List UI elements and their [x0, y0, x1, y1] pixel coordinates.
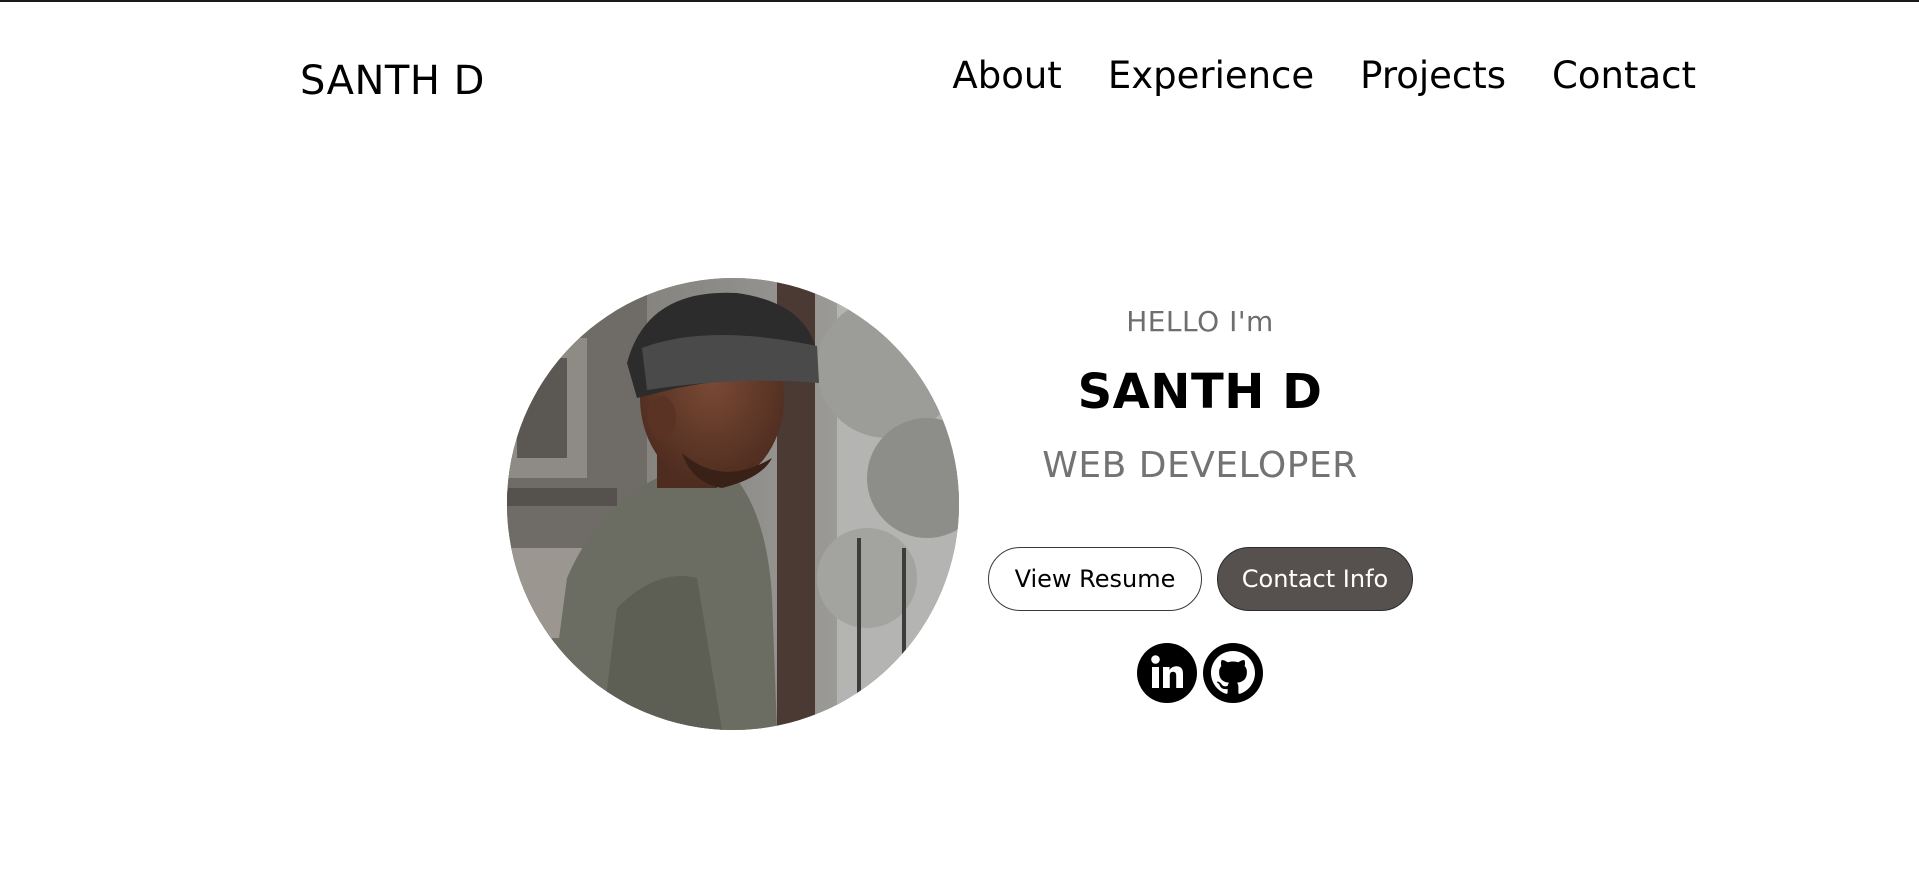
social-links	[1137, 643, 1263, 703]
hero-text: HELLO I'm SANTH D WEB DEVELOPER	[980, 302, 1420, 490]
profile-section: HELLO I'm SANTH D WEB DEVELOPER View Res…	[0, 2, 1919, 882]
hero-name: SANTH D	[1077, 364, 1323, 420]
hero-role: WEB DEVELOPER	[1042, 445, 1358, 486]
greeting-text: HELLO I'm	[1126, 305, 1274, 338]
contact-info-button[interactable]: Contact Info	[1217, 547, 1413, 611]
view-resume-button[interactable]: View Resume	[988, 547, 1202, 611]
hero-buttons: View Resume Contact Info	[988, 547, 1413, 611]
profile-photo-illustration	[507, 278, 959, 730]
profile-photo	[507, 278, 959, 730]
linkedin-icon[interactable]	[1137, 643, 1197, 703]
github-icon[interactable]	[1203, 643, 1263, 703]
